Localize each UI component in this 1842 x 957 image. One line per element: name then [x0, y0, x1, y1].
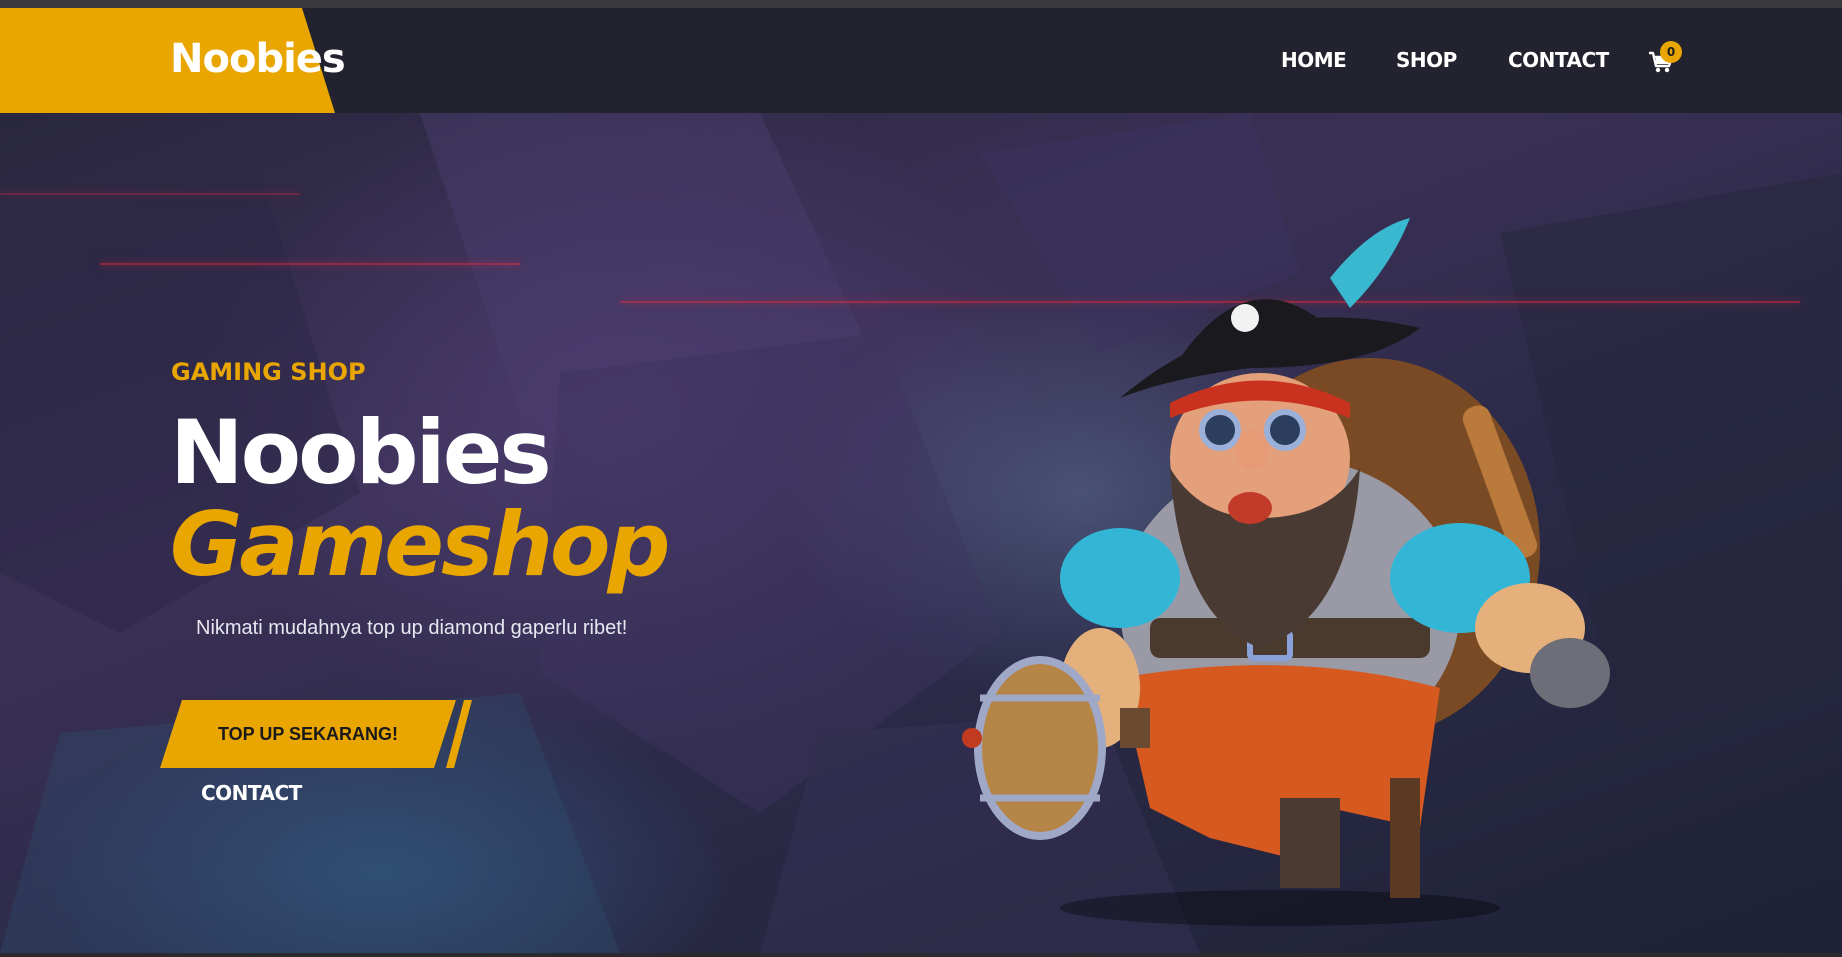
page: Noobies HOME SHOP CONTACT 0 GAMING SHOP …: [0, 0, 1842, 957]
cart-count-badge: 0: [1660, 41, 1682, 63]
decorative-line: [0, 193, 300, 195]
brand-name[interactable]: Noobies: [170, 36, 346, 82]
nav-shop[interactable]: SHOP: [1396, 48, 1457, 78]
top-up-button-label: TOP UP SEKARANG!: [217, 724, 399, 744]
site-header: Noobies HOME SHOP CONTACT 0: [0, 8, 1842, 113]
pirate-character-image: [962, 218, 1610, 926]
decorative-line: [100, 263, 520, 265]
window-top-border: [0, 0, 1842, 8]
nav-home[interactable]: HOME: [1281, 48, 1347, 78]
hero-title-line1: Noobies: [170, 401, 552, 504]
hero-contact-link[interactable]: CONTACT: [201, 781, 302, 805]
top-up-button[interactable]: TOP UP SEKARANG!: [160, 700, 456, 768]
window-bottom-border: [0, 953, 1842, 957]
hero-section: GAMING SHOP Noobies Gameshop Nikmati mud…: [0, 113, 1842, 953]
hero-eyebrow: GAMING SHOP: [171, 358, 366, 386]
nav-contact[interactable]: CONTACT: [1508, 48, 1609, 78]
hero-title-line2: Gameshop: [170, 493, 670, 596]
hero-tagline: Nikmati mudahnya top up diamond gaperlu …: [196, 617, 628, 639]
